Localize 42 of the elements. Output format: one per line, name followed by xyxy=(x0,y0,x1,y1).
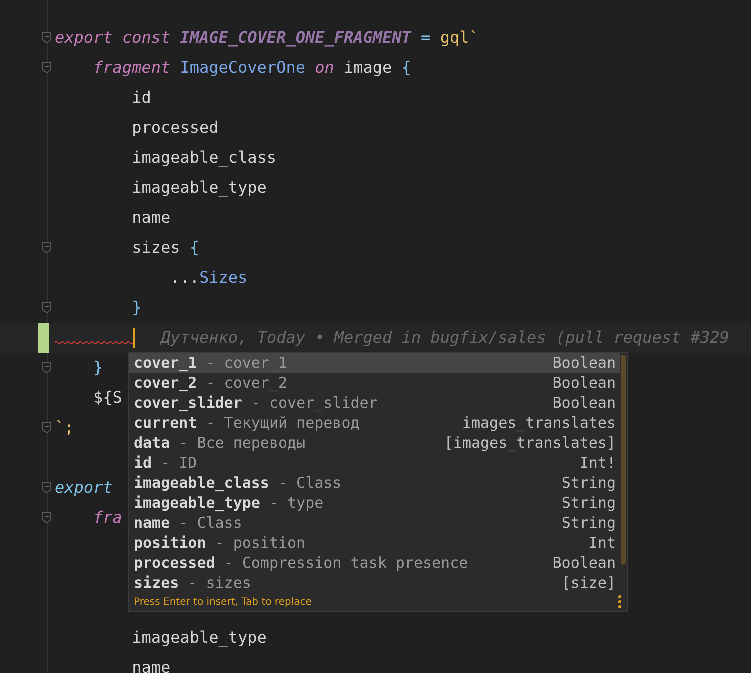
completion-item[interactable]: data - Все переводы [images_translates] xyxy=(129,433,620,453)
completion-item[interactable]: current - Текущий перевод images_translates xyxy=(129,413,620,433)
fold-marker-icon[interactable] xyxy=(42,242,52,254)
fold-marker-icon[interactable] xyxy=(42,32,52,44)
code-line: id xyxy=(131,87,152,109)
fold-marker-icon[interactable] xyxy=(42,362,52,374)
code-line: export xyxy=(55,477,113,499)
completion-item[interactable]: cover_1 - cover_1 Boolean xyxy=(129,353,620,373)
code-line: `; xyxy=(55,417,74,439)
code-line: imageable_type xyxy=(131,627,267,649)
code-line: export const IMAGE_COVER_ONE_FRAGMENT = gql` xyxy=(55,27,479,49)
completion-item[interactable]: id - ID Int! xyxy=(129,453,620,473)
fold-marker-icon[interactable] xyxy=(42,422,52,434)
fold-marker-icon[interactable] xyxy=(42,302,52,314)
code-line: } xyxy=(131,297,142,319)
blame-annotation: Дутченко, Today • Merged in bugfix/sales (pull request #329 xyxy=(161,327,730,349)
completion-item[interactable]: imageable_class - Class String xyxy=(129,473,620,493)
code-line: } xyxy=(92,357,104,379)
code-line: ${S xyxy=(92,387,122,409)
scrollbar-thumb[interactable] xyxy=(621,355,626,565)
completion-item[interactable]: cover_slider - cover_slider Boolean xyxy=(129,393,620,413)
code-line: name xyxy=(131,207,171,229)
completion-item[interactable]: imageable_type - type String xyxy=(129,493,620,513)
fold-marker-icon[interactable] xyxy=(42,512,52,524)
completion-item[interactable]: processed - Compression task presence Boolean xyxy=(129,553,620,573)
code-line: name xyxy=(131,657,171,673)
more-options-icon[interactable] xyxy=(618,595,622,609)
fold-marker-icon[interactable] xyxy=(42,62,52,74)
code-line: processed xyxy=(131,117,219,139)
fold-marker-icon[interactable] xyxy=(42,482,52,494)
completion-item[interactable]: cover_2 - cover_2 Boolean xyxy=(129,373,620,393)
code-line: fra xyxy=(92,507,122,529)
completion-item[interactable]: name - Class String xyxy=(129,513,620,533)
code-line: ...Sizes xyxy=(170,267,248,289)
completion-item[interactable]: sizes - sizes [size] xyxy=(129,573,620,593)
text-cursor xyxy=(133,328,135,348)
completion-hint: Press Enter to insert, Tab to replace xyxy=(134,596,312,610)
code-line: fragment ImageCoverOne on image { xyxy=(92,57,412,79)
code-line: imageable_class xyxy=(131,147,277,169)
code-line: sizes { xyxy=(131,237,200,259)
completion-item[interactable]: position - position Int xyxy=(129,533,620,553)
code-line: imageable_type xyxy=(131,177,267,199)
